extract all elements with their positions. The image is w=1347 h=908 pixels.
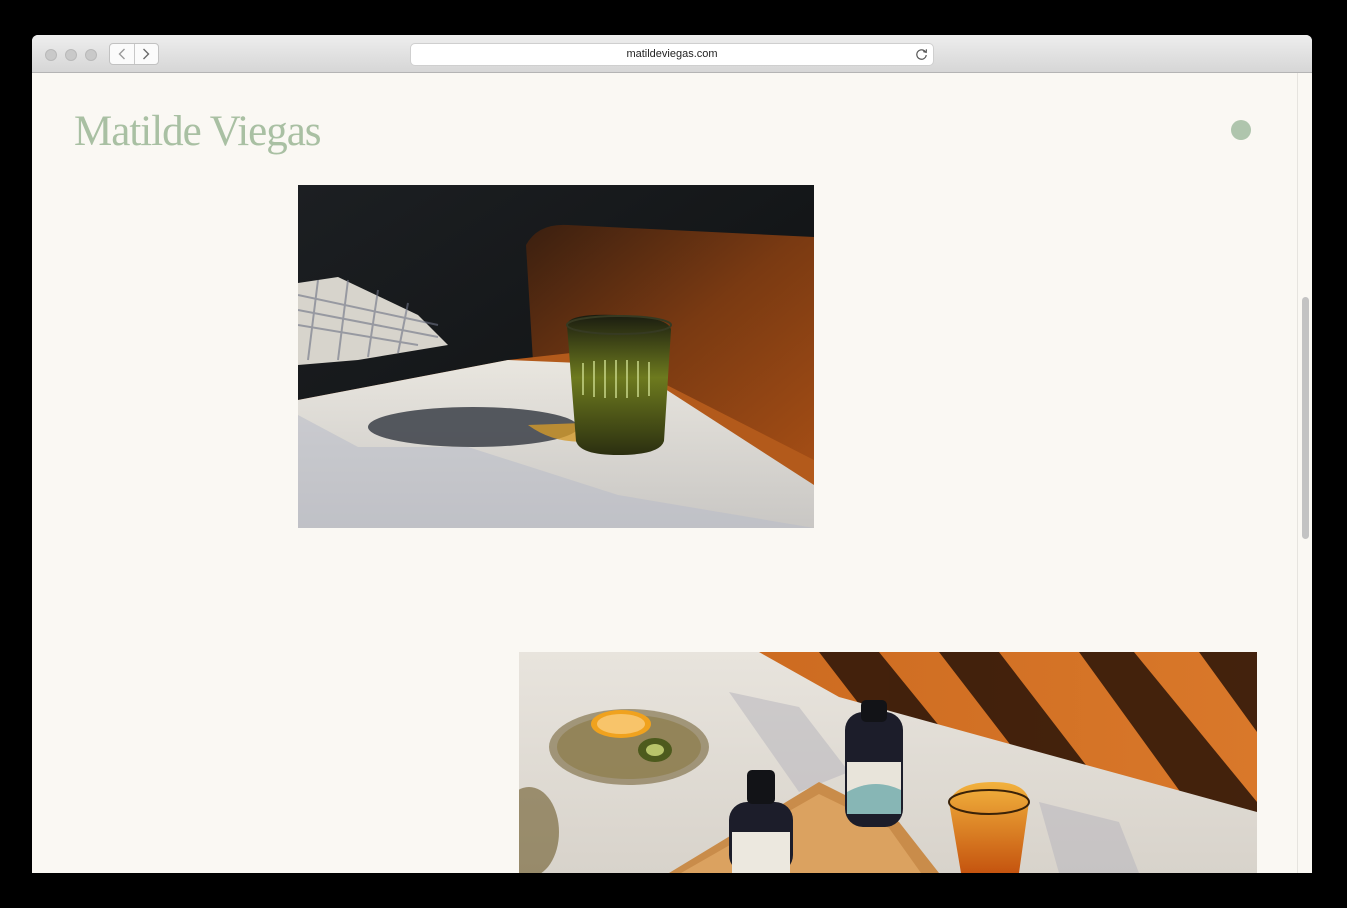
address-url: matildeviegas.com xyxy=(626,48,718,60)
address-bar[interactable]: matildeviegas.com xyxy=(410,43,934,66)
history-nav xyxy=(109,43,159,65)
browser-window: matildeviegas.com Matilde Viegas xyxy=(32,35,1312,873)
photo-glass[interactable] xyxy=(298,185,814,528)
site-logo[interactable]: Matilde Viegas xyxy=(74,107,322,156)
photo-glass-image xyxy=(298,185,814,528)
page-content: Matilde Viegas xyxy=(32,73,1312,873)
chevron-right-icon xyxy=(143,48,150,60)
close-window-button[interactable] xyxy=(45,49,57,61)
minimize-window-button[interactable] xyxy=(65,49,77,61)
browser-toolbar: matildeviegas.com xyxy=(32,35,1312,73)
scrollbar-thumb[interactable] xyxy=(1302,297,1309,539)
chevron-left-icon xyxy=(118,48,125,60)
zoom-window-button[interactable] xyxy=(85,49,97,61)
photo-kombucha-image xyxy=(519,652,1257,873)
reload-icon[interactable] xyxy=(915,48,928,61)
menu-dot-icon[interactable] xyxy=(1231,120,1251,140)
vertical-scrollbar[interactable] xyxy=(1297,73,1312,873)
photo-kombucha[interactable] xyxy=(519,652,1257,873)
forward-button[interactable] xyxy=(133,44,159,64)
back-button[interactable] xyxy=(110,44,134,64)
